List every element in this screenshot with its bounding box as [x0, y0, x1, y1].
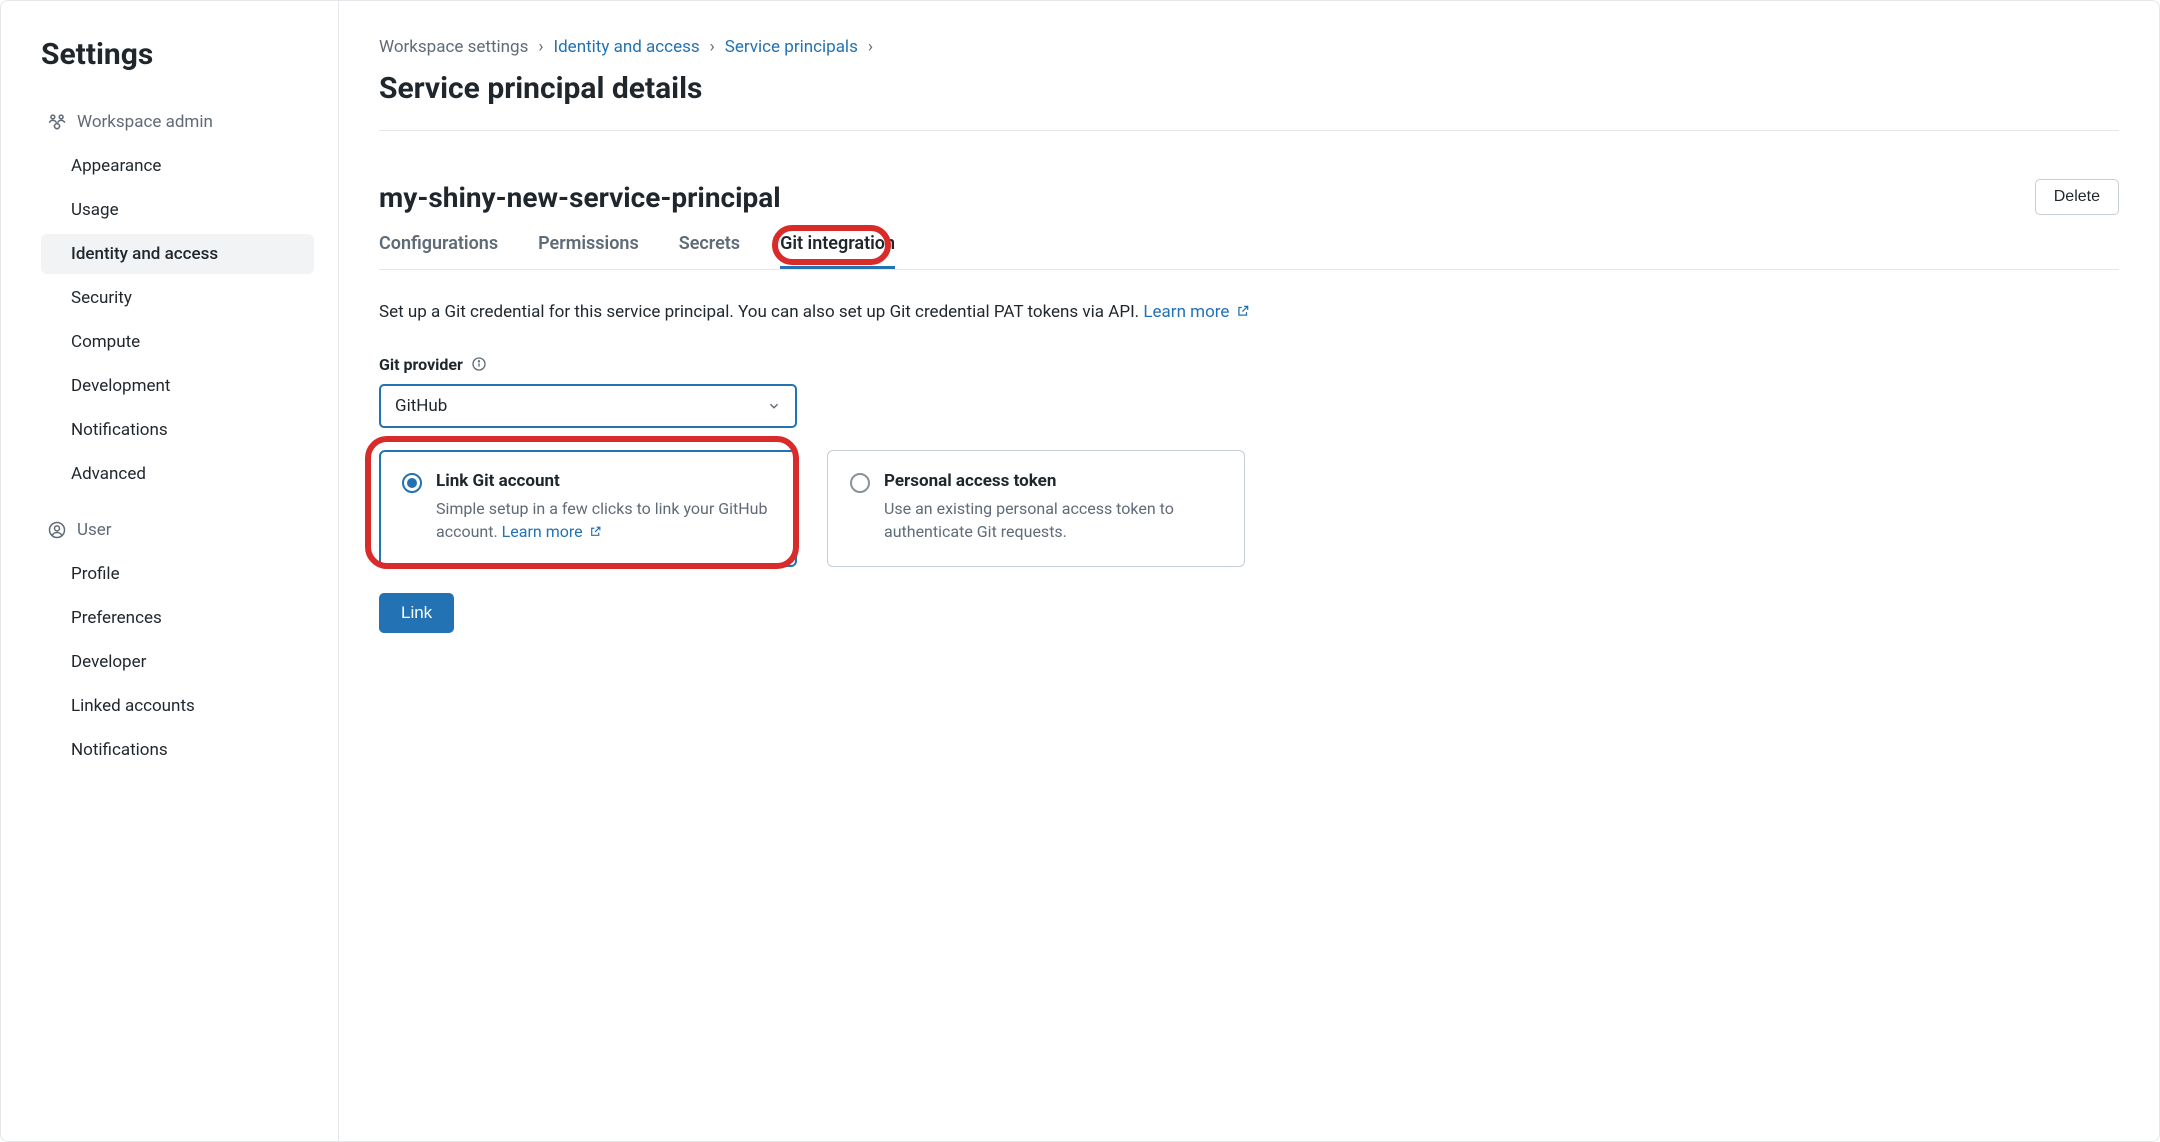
chevron-down-icon: [767, 399, 781, 413]
breadcrumb-item: Workspace settings: [379, 37, 528, 57]
radio-dot-icon: [850, 473, 870, 493]
option-description: Use an existing personal access token to…: [884, 497, 1222, 543]
git-provider-value: GitHub: [395, 396, 447, 416]
nav-group-user: User Profile Preferences Developer Linke…: [41, 512, 314, 770]
sidebar-item-notifications[interactable]: Notifications: [41, 410, 314, 450]
git-provider-select[interactable]: GitHub: [379, 384, 797, 428]
git-provider-label: Git provider: [379, 355, 2119, 374]
link-button[interactable]: Link: [379, 593, 454, 633]
breadcrumb-link-service-principals[interactable]: Service principals: [725, 37, 858, 57]
sidebar-item-security[interactable]: Security: [41, 278, 314, 318]
option-title: Link Git account: [436, 471, 774, 491]
tab-configurations[interactable]: Configurations: [379, 233, 498, 269]
sidebar-item-developer[interactable]: Developer: [41, 642, 314, 682]
sidebar-item-profile[interactable]: Profile: [41, 554, 314, 594]
sidebar-item-compute[interactable]: Compute: [41, 322, 314, 362]
sidebar-item-user-notifications[interactable]: Notifications: [41, 730, 314, 770]
git-description: Set up a Git credential for this service…: [379, 300, 2119, 327]
nav-group-header-user: User: [41, 512, 314, 548]
tab-git-integration[interactable]: Git integration: [780, 233, 895, 269]
radio-dot-icon: [402, 473, 422, 493]
sidebar-item-identity-and-access[interactable]: Identity and access: [41, 234, 314, 274]
nav-group-header-workspace-admin: Workspace admin: [41, 104, 314, 140]
workspace-admin-icon: [47, 112, 67, 132]
breadcrumb-link-identity[interactable]: Identity and access: [553, 37, 699, 57]
external-link-icon: [1236, 301, 1250, 327]
learn-more-link[interactable]: Learn more: [1143, 302, 1249, 322]
option-title: Personal access token: [884, 471, 1222, 491]
auth-method-options: Link Git account Simple setup in a few c…: [379, 450, 2119, 567]
tab-permissions[interactable]: Permissions: [538, 233, 639, 269]
user-icon: [47, 520, 67, 540]
chevron-right-icon: ›: [538, 37, 543, 57]
nav-group-label: Workspace admin: [77, 112, 213, 132]
option-personal-access-token[interactable]: Personal access token Use an existing pe…: [827, 450, 1245, 567]
settings-title: Settings: [41, 37, 314, 72]
sidebar-item-usage[interactable]: Usage: [41, 190, 314, 230]
tabs: Configurations Permissions Secrets Git i…: [379, 233, 2119, 270]
sidebar-item-appearance[interactable]: Appearance: [41, 146, 314, 186]
page-title: Service principal details: [379, 71, 2119, 131]
external-link-icon: [589, 521, 602, 544]
chevron-right-icon: ›: [710, 37, 715, 57]
delete-button[interactable]: Delete: [2035, 179, 2119, 215]
sidebar-item-development[interactable]: Development: [41, 366, 314, 406]
nav-group-label: User: [77, 520, 112, 540]
option-link-git-account[interactable]: Link Git account Simple setup in a few c…: [379, 450, 797, 567]
info-icon: [471, 356, 487, 372]
sidebar: Settings Workspace admin Appearance Usag…: [1, 1, 339, 1141]
main-content: Workspace settings › Identity and access…: [339, 1, 2159, 1141]
entity-name: my-shiny-new-service-principal: [379, 181, 781, 214]
tab-secrets[interactable]: Secrets: [679, 233, 740, 269]
chevron-right-icon: ›: [868, 37, 873, 57]
nav-group-workspace-admin: Workspace admin Appearance Usage Identit…: [41, 104, 314, 494]
sidebar-item-linked-accounts[interactable]: Linked accounts: [41, 686, 314, 726]
sidebar-item-advanced[interactable]: Advanced: [41, 454, 314, 494]
sidebar-item-preferences[interactable]: Preferences: [41, 598, 314, 638]
learn-more-link[interactable]: Learn more: [502, 522, 602, 541]
option-description: Simple setup in a few clicks to link you…: [436, 497, 774, 544]
breadcrumb: Workspace settings › Identity and access…: [379, 37, 2119, 57]
